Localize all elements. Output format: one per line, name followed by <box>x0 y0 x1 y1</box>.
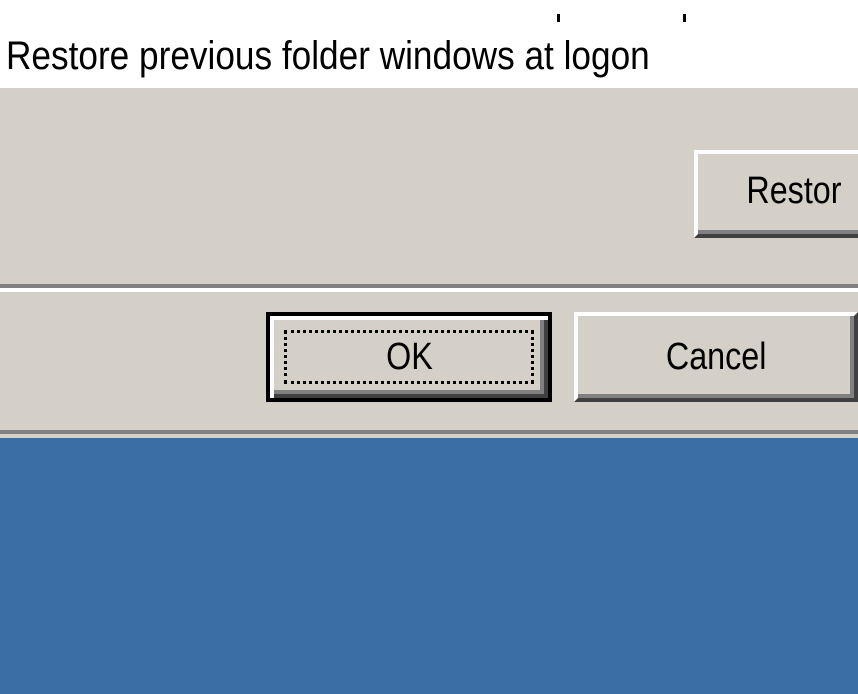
desktop-background[interactable] <box>0 438 858 694</box>
cancel-button[interactable]: Cancel <box>574 312 858 402</box>
ok-button[interactable]: OK <box>266 312 552 402</box>
dialog-separator <box>0 284 858 292</box>
tree-connector-mark <box>557 14 560 22</box>
cancel-button-label: Cancel <box>665 335 767 378</box>
dialog-bottom-edge <box>0 430 858 438</box>
list-item-label: Restore previous folder windows at logon <box>6 34 650 78</box>
ok-button-label: OK <box>385 335 433 378</box>
tree-connector-mark <box>683 14 686 22</box>
advanced-settings-list-item[interactable]: Restore previous folder windows at logon <box>0 26 858 86</box>
restore-defaults-button-label: Restor <box>746 170 842 212</box>
restore-defaults-button[interactable]: Restor <box>694 150 858 238</box>
